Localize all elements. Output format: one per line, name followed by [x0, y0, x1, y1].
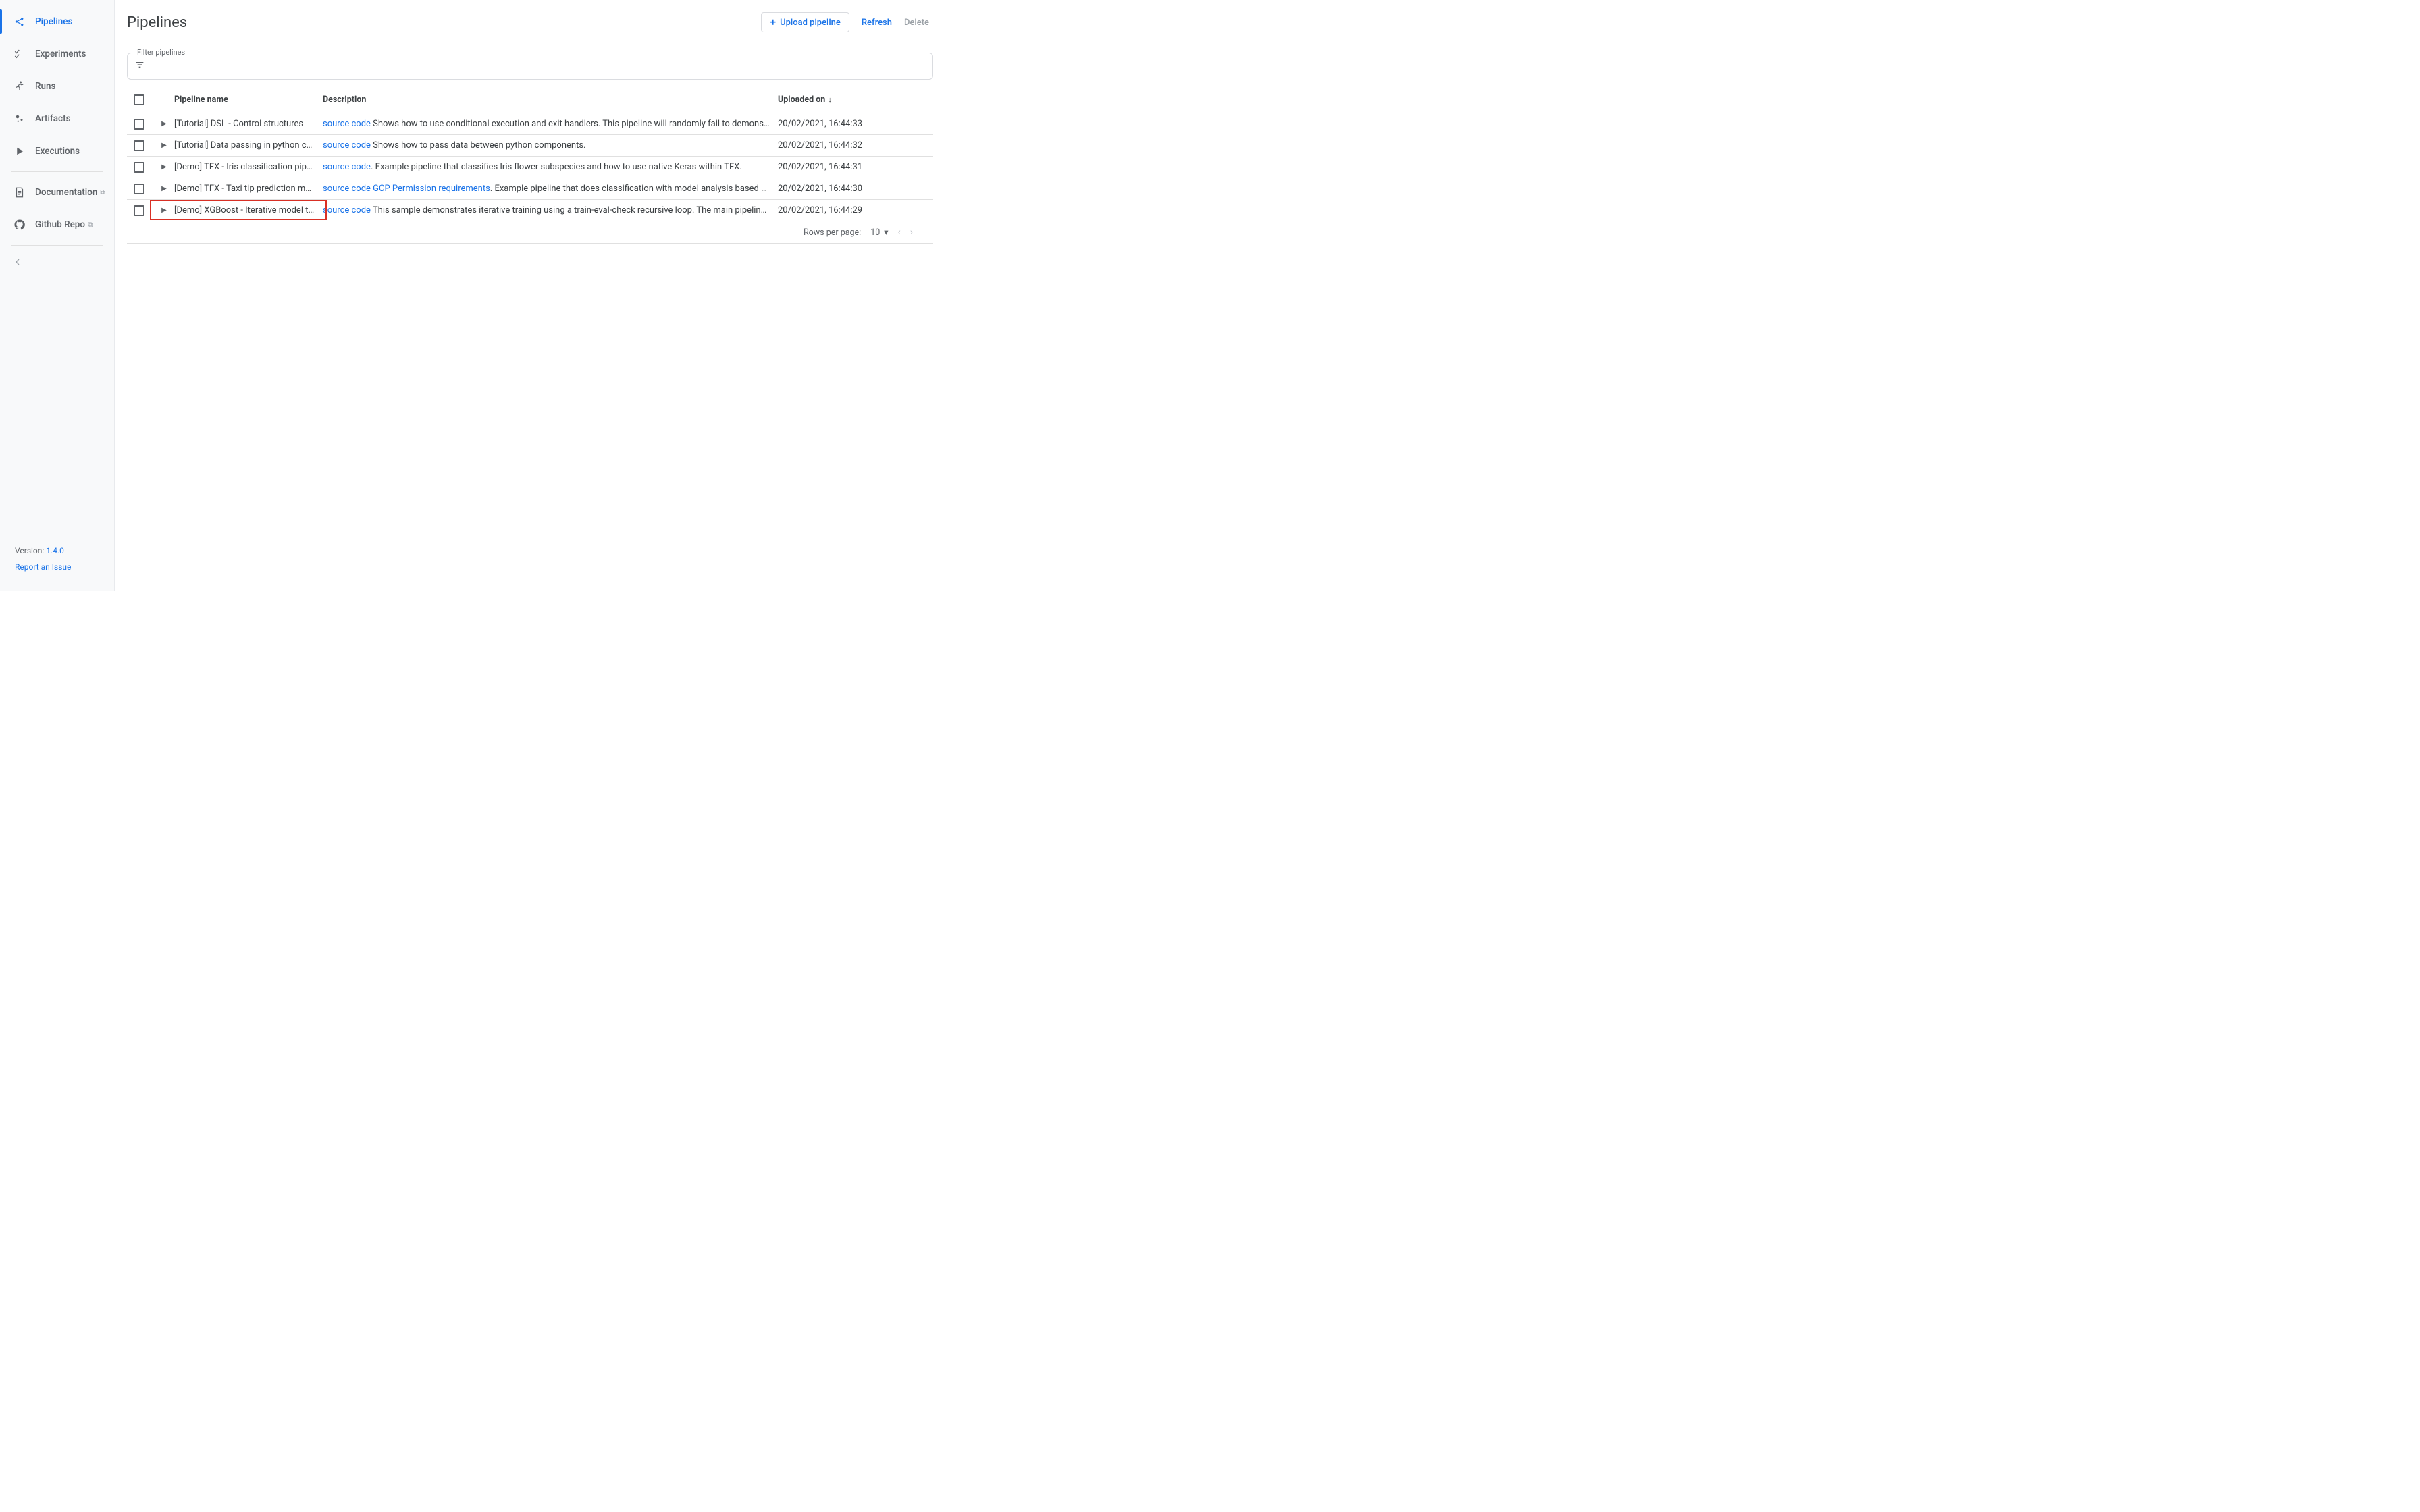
- source-code-link[interactable]: source code: [323, 184, 371, 194]
- chevron-down-icon: ▾: [884, 227, 888, 238]
- sidebar-item-runs[interactable]: Runs: [0, 70, 114, 103]
- table-row: ▶ [Demo] XGBoost - Iterative model train…: [127, 200, 933, 221]
- rows-per-page-label: Rows per page:: [804, 227, 861, 238]
- col-name[interactable]: Pipeline name: [174, 94, 323, 105]
- row-checkbox[interactable]: [134, 140, 144, 151]
- divider: [11, 245, 103, 246]
- report-issue-link[interactable]: Report an Issue: [15, 562, 71, 572]
- refresh-button[interactable]: Refresh: [862, 18, 892, 28]
- main-content: Pipelines + Upload pipeline Refresh Dele…: [115, 0, 945, 591]
- share-nodes-icon: [14, 16, 26, 28]
- sidebar-item-label: Github Repo: [35, 219, 85, 230]
- play-icon: [14, 145, 26, 157]
- sidebar-item-label: Documentation: [35, 187, 97, 198]
- row-checkbox[interactable]: [134, 162, 144, 173]
- external-link-icon: ⧉: [100, 189, 105, 196]
- sidebar: Pipelines Experiments Runs Artifacts Exe…: [0, 0, 115, 591]
- sidebar-item-artifacts[interactable]: Artifacts: [0, 103, 114, 135]
- pipeline-name-link[interactable]: [Demo] TFX - Taxi tip prediction model t…: [174, 184, 323, 194]
- expand-arrow-icon[interactable]: ▶: [154, 185, 174, 192]
- pipeline-name-link[interactable]: [Tutorial] DSL - Control structures: [174, 119, 323, 129]
- sidebar-item-github[interactable]: Github Repo ⧉: [0, 209, 114, 241]
- gcp-permission-link[interactable]: GCP Permission requirements: [371, 184, 490, 194]
- col-desc: Description: [323, 94, 778, 105]
- row-checkbox[interactable]: [134, 119, 144, 130]
- next-page-button[interactable]: ›: [910, 227, 913, 238]
- expand-arrow-icon[interactable]: ▶: [154, 207, 174, 214]
- topbar: Pipelines + Upload pipeline Refresh Dele…: [115, 0, 945, 40]
- pipeline-name-link[interactable]: [Demo] XGBoost - Iterative model trainin…: [174, 205, 323, 215]
- checklist-icon: [14, 48, 26, 60]
- pipeline-uploaded: 20/02/2021, 16:44:31: [778, 162, 933, 172]
- sidebar-item-experiments[interactable]: Experiments: [0, 38, 114, 70]
- topbar-actions: + Upload pipeline Refresh Delete: [761, 12, 929, 32]
- version-prefix: Version:: [15, 546, 46, 556]
- external-link-icon: ⧉: [88, 221, 93, 229]
- table-header: Pipeline name Description Uploaded on↓: [127, 86, 933, 113]
- filter-label: Filter pipelines: [134, 48, 188, 57]
- sidebar-item-label: Experiments: [35, 49, 86, 59]
- pagination: Rows per page: 10 ▾ ‹ ›: [127, 221, 933, 244]
- pipeline-uploaded: 20/02/2021, 16:44:30: [778, 184, 933, 194]
- delete-button[interactable]: Delete: [904, 18, 929, 28]
- sidebar-collapse-button[interactable]: [12, 256, 23, 270]
- expand-arrow-icon[interactable]: ▶: [154, 142, 174, 149]
- sidebar-item-label: Runs: [35, 81, 55, 92]
- document-icon: [14, 186, 26, 198]
- running-icon: [14, 80, 26, 92]
- source-code-link[interactable]: source code: [323, 140, 371, 151]
- sort-desc-icon: ↓: [828, 95, 832, 104]
- table-row: ▶ [Tutorial] Data passing in python comp…: [127, 135, 933, 157]
- pipeline-uploaded: 20/02/2021, 16:44:33: [778, 119, 933, 129]
- col-uploaded[interactable]: Uploaded on↓: [778, 94, 933, 105]
- sidebar-item-executions[interactable]: Executions: [0, 135, 114, 167]
- page-title: Pipelines: [127, 14, 187, 31]
- pipeline-desc: source code. Example pipeline that class…: [323, 162, 778, 172]
- bubble-icon: [14, 113, 26, 125]
- pipeline-name-link[interactable]: [Demo] TFX - Iris classification pipelin…: [174, 162, 323, 172]
- plus-icon: +: [770, 17, 776, 28]
- expand-arrow-icon[interactable]: ▶: [154, 163, 174, 171]
- expand-arrow-icon[interactable]: ▶: [154, 120, 174, 128]
- table-row: ▶ [Demo] TFX - Taxi tip prediction model…: [127, 178, 933, 200]
- version-link[interactable]: 1.4.0: [46, 546, 64, 556]
- pipeline-name-link[interactable]: [Tutorial] Data passing in python compo…: [174, 140, 323, 151]
- pipeline-desc: source code GCP Permission requirements.…: [323, 184, 778, 194]
- sidebar-item-label: Artifacts: [35, 113, 71, 124]
- upload-label: Upload pipeline: [780, 18, 841, 28]
- pipeline-desc: source code Shows how to pass data betwe…: [323, 140, 778, 151]
- source-code-link[interactable]: source code: [323, 162, 371, 172]
- sidebar-item-label: Executions: [35, 146, 80, 157]
- pipeline-desc: source code Shows how to use conditional…: [323, 119, 778, 129]
- table-row: ▶ [Demo] TFX - Iris classification pipel…: [127, 157, 933, 178]
- github-icon: [14, 219, 26, 231]
- divider: [11, 171, 103, 172]
- sidebar-item-documentation[interactable]: Documentation ⧉: [0, 176, 114, 209]
- pipeline-desc: source code This sample demonstrates ite…: [323, 205, 778, 215]
- pipelines-table: Pipeline name Description Uploaded on↓ ▶…: [127, 86, 933, 221]
- table-row: ▶ [Tutorial] DSL - Control structures so…: [127, 113, 933, 135]
- filter-icon: [134, 59, 145, 73]
- sidebar-item-pipelines[interactable]: Pipelines: [0, 5, 114, 38]
- filter-input[interactable]: Filter pipelines: [127, 53, 933, 80]
- select-all-checkbox[interactable]: [134, 94, 144, 105]
- pipeline-uploaded: 20/02/2021, 16:44:32: [778, 140, 933, 151]
- upload-pipeline-button[interactable]: + Upload pipeline: [761, 12, 849, 32]
- prev-page-button[interactable]: ‹: [898, 227, 901, 238]
- source-code-link[interactable]: source code: [323, 119, 371, 129]
- rows-per-page-select[interactable]: 10 ▾: [870, 227, 888, 238]
- sidebar-item-label: Pipelines: [35, 16, 72, 27]
- row-checkbox[interactable]: [134, 205, 144, 216]
- source-code-link[interactable]: source code: [323, 205, 371, 215]
- row-checkbox[interactable]: [134, 184, 144, 194]
- pipeline-uploaded: 20/02/2021, 16:44:29: [778, 205, 933, 215]
- sidebar-footer: Version: 1.4.0 Report an Issue: [0, 538, 114, 591]
